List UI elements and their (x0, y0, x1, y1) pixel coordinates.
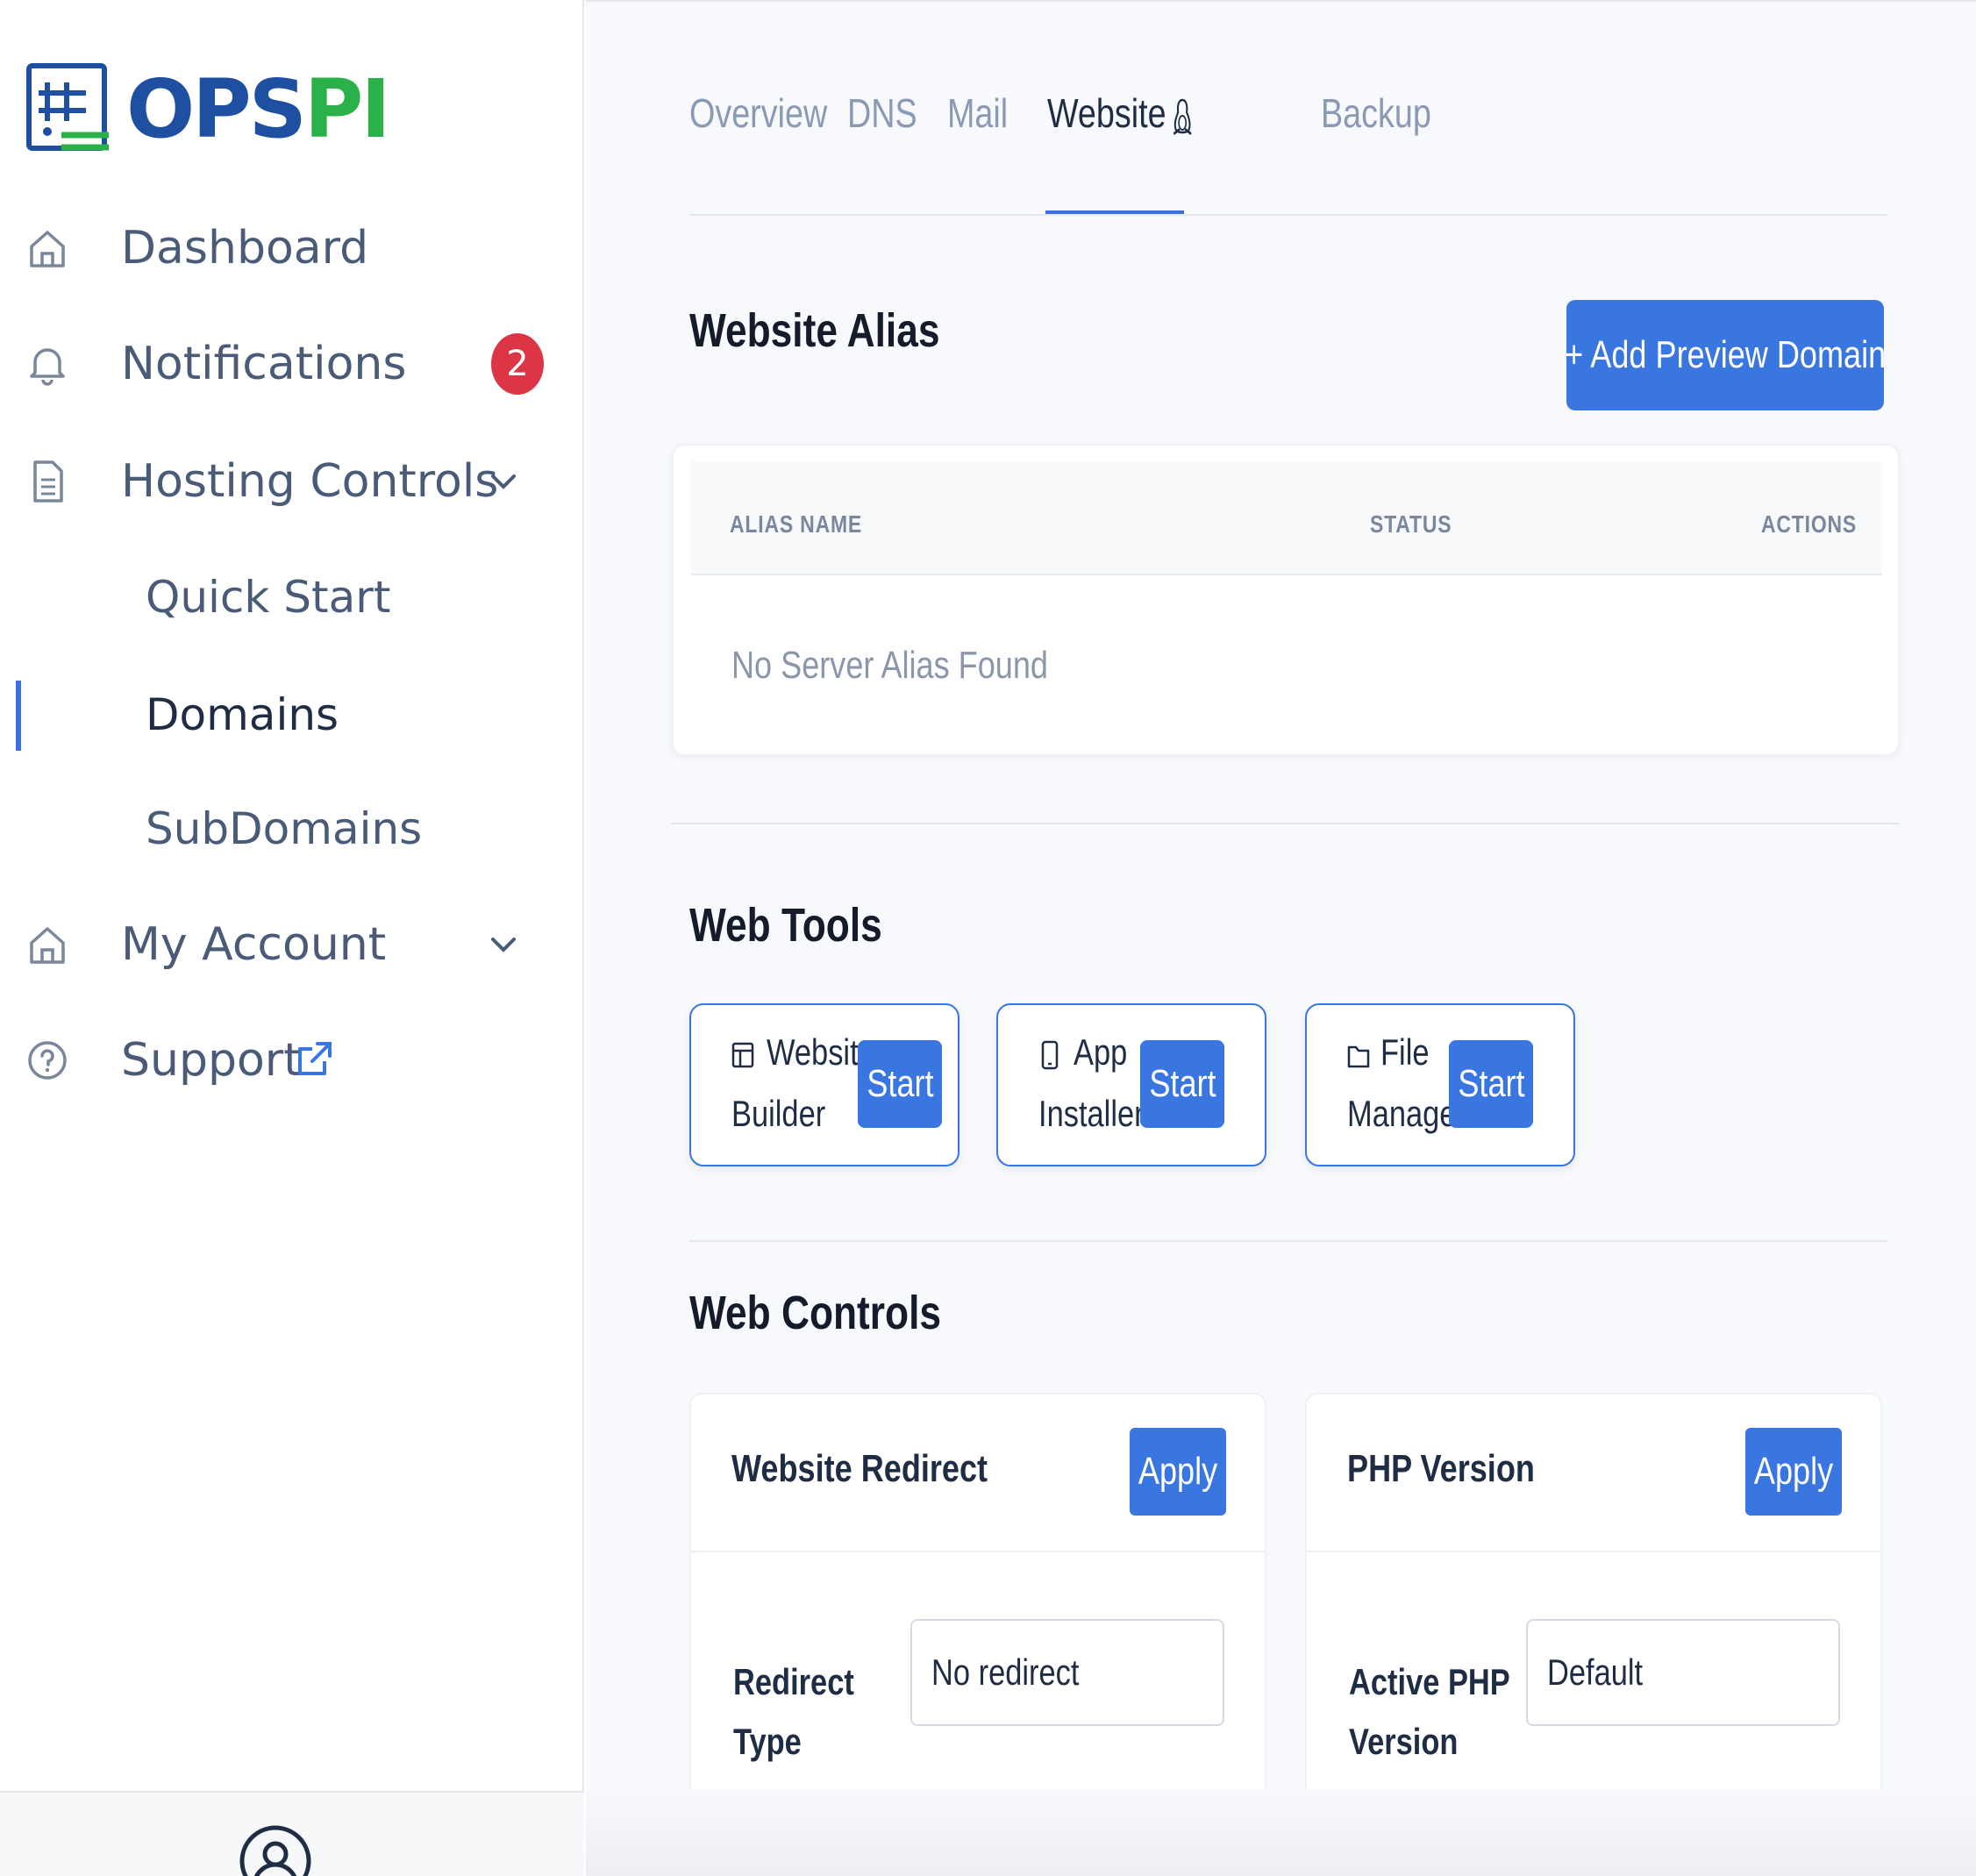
card-title: PHP Version (1347, 1447, 1535, 1490)
top-border (586, 0, 1976, 2)
home-icon (30, 231, 65, 267)
sidebar-subitem-label: Domains (146, 689, 339, 740)
sidebar-item-notifications[interactable]: Notifications 2 (0, 325, 584, 403)
section-divider (689, 1240, 1887, 1242)
folder-icon (1347, 1045, 1370, 1068)
active-indicator (16, 681, 21, 751)
main-content: Overview DNS Mail Website Backup Website… (586, 0, 1976, 1876)
column-header-alias-name: ALIAS NAME (730, 510, 863, 538)
column-header-actions: ACTIONS (1761, 510, 1858, 538)
file-manager-start-button[interactable]: Start (1449, 1040, 1533, 1128)
website-builder-start-button[interactable]: Start (858, 1040, 942, 1128)
web-controls-title: Web Controls (689, 1287, 941, 1339)
sidebar-item-label: Dashboard (121, 222, 369, 275)
sidebar-item-my-account[interactable]: My Account (0, 905, 584, 984)
tab-mail[interactable]: Mail (947, 84, 1008, 216)
start-label: Start (1148, 1062, 1216, 1105)
tool-card-website-builder[interactable]: Website Builder Start (689, 1003, 959, 1166)
select-value: No redirect (931, 1651, 1080, 1693)
app-installer-start-button[interactable]: Start (1140, 1040, 1224, 1128)
php-version-apply-button[interactable]: Apply (1745, 1428, 1842, 1516)
field-label-line1: Active PHP (1349, 1661, 1510, 1702)
alias-table-card: ALIAS NAME STATUS ACTIONS No Server Alia… (672, 444, 1900, 756)
tool-name-line1: File (1380, 1031, 1430, 1073)
card-header: PHP Version Apply (1307, 1395, 1880, 1552)
tool-name-line2: Installer (1038, 1093, 1145, 1134)
linux-icon (1173, 98, 1192, 135)
bell-icon (30, 348, 65, 386)
tab-website-label: Website (1047, 90, 1166, 136)
card-title: Website Redirect (731, 1447, 988, 1490)
tab-dns[interactable]: DNS (847, 84, 917, 216)
field-label-line2: Type (733, 1721, 802, 1762)
website-redirect-apply-button[interactable]: Apply (1130, 1428, 1226, 1516)
apply-label: Apply (1753, 1450, 1834, 1493)
tool-card-file-manager[interactable]: File Manager Start (1305, 1003, 1575, 1166)
website-alias-title: Website Alias (689, 304, 940, 357)
redirect-type-select[interactable]: No redirect (910, 1619, 1224, 1726)
empty-state-message: No Server Alias Found (731, 644, 1048, 687)
apply-label: Apply (1138, 1450, 1218, 1493)
active-tab-indicator (1045, 210, 1184, 214)
help-circle-icon (28, 1041, 67, 1080)
user-avatar-icon[interactable] (239, 1824, 312, 1876)
sidebar-item-label: Support (121, 1034, 302, 1087)
bottom-fade (586, 1789, 1976, 1876)
tool-name-line1: App (1074, 1031, 1128, 1073)
card-header: Website Redirect Apply (691, 1395, 1265, 1552)
mobile-icon (1041, 1040, 1059, 1070)
tool-card-app-installer[interactable]: App Installer Start (996, 1003, 1266, 1166)
sidebar-item-label: My Account (121, 918, 387, 971)
notification-count-badge: 2 (491, 333, 544, 395)
brand-name: OPSPI (126, 69, 391, 150)
chevron-down-icon[interactable] (484, 462, 523, 501)
brand-ops: OPS (126, 62, 307, 156)
plus-icon: + (1565, 333, 1591, 376)
sidebar-item-hosting-controls[interactable]: Hosting Controls (0, 442, 584, 521)
brand-logo[interactable]: OPSPI (26, 61, 391, 158)
document-icon (33, 460, 63, 503)
logo-mark-icon (26, 63, 109, 151)
home-icon (30, 927, 65, 964)
sidebar-item-label: Hosting Controls (121, 455, 499, 508)
layout-icon (731, 1042, 754, 1068)
sidebar-item-subdomains[interactable]: SubDomains (0, 789, 584, 868)
start-label: Start (1457, 1062, 1525, 1105)
external-link-icon (298, 1042, 332, 1075)
sidebar-item-dashboard[interactable]: Dashboard (0, 209, 584, 288)
sidebar-item-label: Notifications (121, 338, 407, 390)
tab-website[interactable]: Website (1047, 84, 1194, 216)
redirect-type-label: Redirect Type (733, 1652, 854, 1772)
sidebar-subitem-label: SubDomains (146, 803, 423, 854)
tab-overview[interactable]: Overview (689, 84, 827, 216)
sidebar-item-domains[interactable]: Domains (0, 675, 584, 754)
web-tools-title: Web Tools (689, 899, 882, 952)
sidebar-item-quick-start[interactable]: Quick Start (0, 558, 584, 637)
php-version-select[interactable]: Default (1526, 1619, 1840, 1726)
tool-name-line2: Builder (731, 1093, 826, 1134)
field-label-line1: Redirect (733, 1661, 854, 1702)
sidebar-item-support[interactable]: Support (0, 1021, 584, 1100)
add-preview-domain-button[interactable]: + Add Preview Domain (1565, 300, 1887, 410)
chevron-down-icon[interactable] (484, 925, 523, 964)
add-preview-domain-label: Add Preview Domain (1590, 333, 1887, 376)
sidebar-footer (0, 1791, 584, 1876)
domain-tabs: Overview DNS Mail Website Backup (689, 84, 1887, 216)
active-php-version-label: Active PHP Version (1349, 1652, 1510, 1772)
alias-table-header: ALIAS NAME STATUS ACTIONS (691, 461, 1882, 575)
column-header-status: STATUS (1370, 510, 1452, 538)
start-label: Start (866, 1062, 934, 1105)
section-divider (672, 823, 1900, 824)
select-value: Default (1547, 1651, 1644, 1693)
brand-pi: PI (303, 62, 391, 156)
sidebar-subitem-label: Quick Start (146, 572, 391, 623)
sidebar: OPSPI Dashboard Notifications 2 Hosting … (0, 0, 584, 1876)
field-label-line2: Version (1349, 1721, 1459, 1762)
tab-backup[interactable]: Backup (1321, 84, 1431, 216)
